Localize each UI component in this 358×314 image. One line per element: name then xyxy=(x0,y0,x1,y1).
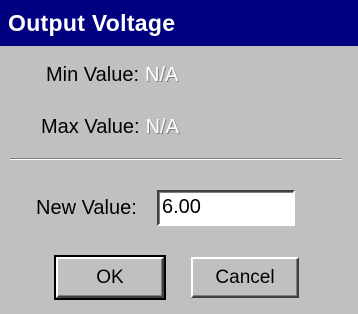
min-value-label: Min Value: xyxy=(46,64,140,86)
dialog-title: Output Voltage xyxy=(0,0,358,46)
min-value-display: N/A xyxy=(145,64,179,86)
max-value-display: N/A xyxy=(145,116,179,138)
ok-button[interactable]: OK xyxy=(54,255,166,300)
cancel-button[interactable]: Cancel xyxy=(191,257,299,298)
max-value-row: Max Value: N/A xyxy=(41,116,179,139)
separator-line xyxy=(10,158,342,160)
max-value-label: Max Value: xyxy=(41,116,140,138)
new-value-row: New Value: xyxy=(36,197,137,220)
new-value-label: New Value: xyxy=(36,197,137,219)
output-voltage-dialog: Output Voltage Min Value: N/A Max Value: N… xyxy=(0,0,358,314)
new-value-input[interactable]: 6.00 xyxy=(157,190,295,226)
min-value-row: Min Value: N/A xyxy=(46,64,178,87)
